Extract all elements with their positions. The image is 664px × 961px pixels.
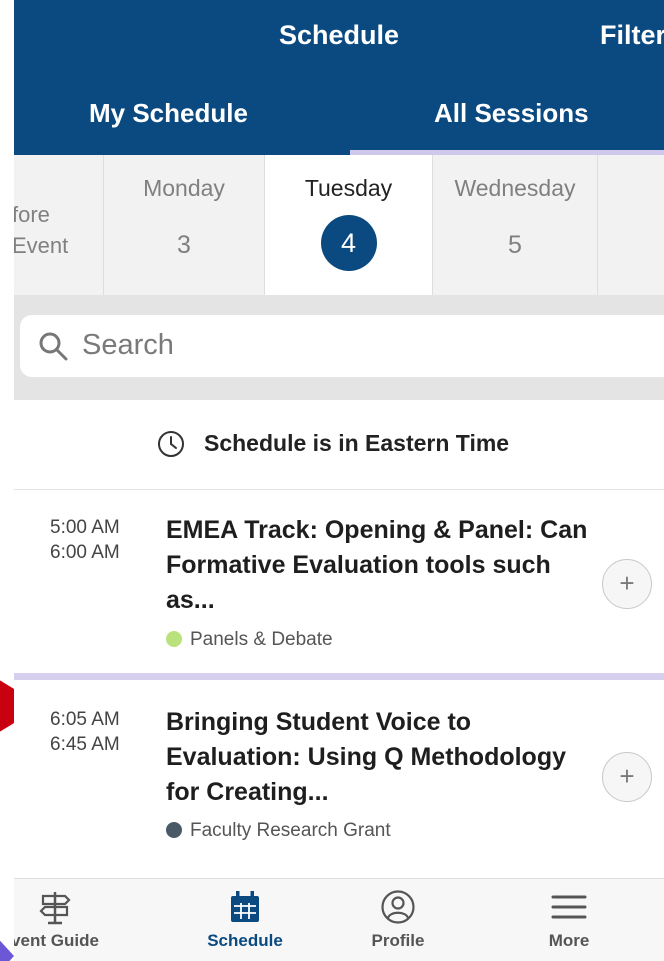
session-start-time: 6:05 AM [50,709,120,730]
tab-event-guide[interactable]: vent Guide [14,879,136,961]
day-next[interactable] [598,155,664,295]
tab-profile[interactable]: Profile [317,879,479,961]
day-name: Wednesday [454,175,576,201]
tab-label: Profile [371,931,425,950]
timezone-notice: Schedule is in Eastern Time [14,400,664,490]
day-before-event[interactable]: fore Event [14,155,104,295]
session-divider [14,673,664,680]
tab-all-sessions[interactable]: All Sessions [434,98,589,129]
header: Schedule Filter My Schedule All Sessions [14,0,664,155]
session-start-time: 5:00 AM [50,517,120,538]
calendar-icon [231,891,259,922]
menu-icon [551,895,587,919]
session-tag: Faculty Research Grant [166,820,391,842]
session-end-time: 6:45 AM [50,734,120,755]
search-area: Search [14,295,664,400]
tag-label: Faculty Research Grant [190,820,391,841]
add-session-button[interactable]: + [602,752,652,802]
tab-label: More [548,931,590,950]
day-number: 5 [508,231,522,259]
day-name: fore Event [14,202,69,258]
day-number: 3 [177,231,191,259]
tag-label: Panels & Debate [190,629,333,650]
tab-schedule[interactable]: Schedule [164,879,326,961]
tab-label: vent Guide [14,931,99,950]
session-end-time: 6:00 AM [50,542,120,563]
day-selector: fore Event Monday 3 Tuesday 4 Wednesday … [14,155,664,295]
day-wednesday[interactable]: Wednesday 5 [433,155,598,295]
session-item[interactable]: 5:00 AM 6:00 AM EMEA Track: Opening & Pa… [14,491,664,673]
day-name: Monday [143,175,225,201]
day-monday[interactable]: Monday 3 [104,155,265,295]
app-frame: Schedule Filter My Schedule All Sessions… [14,0,664,961]
search-icon [39,332,68,361]
page-title: Schedule [278,20,400,50]
selected-day-number: 4 [320,215,377,271]
tag-dot [166,631,182,647]
timezone-text: Schedule is in Eastern Time [204,430,510,456]
profile-icon [381,890,415,924]
tab-my-schedule[interactable]: My Schedule [89,98,248,129]
session-title: EMEA Track: Opening & Panel: Can Formati… [166,516,588,614]
filter-button[interactable]: Filter [600,20,664,51]
tag-dot [166,822,182,838]
bottom-tab-bar: vent Guide Schedule Profile More [14,878,664,961]
day-tuesday[interactable]: Tuesday 4 [265,155,433,295]
day-name: Tuesday [304,175,393,201]
tab-label: Schedule [207,931,283,950]
session-item[interactable]: 6:05 AM 6:45 AM Bringing Student Voice t… [14,680,664,878]
search-placeholder: Search [82,329,174,361]
session-title: Bringing Student Voice to Evaluation: Us… [166,708,566,806]
add-session-button[interactable]: + [602,559,652,609]
clock-icon [158,431,184,457]
purple-pointer-marker [0,934,14,961]
search-input[interactable]: Search [20,315,664,377]
session-tag: Panels & Debate [166,629,333,651]
session-times: 6:05 AM 6:45 AM [50,707,120,757]
signpost-icon [39,892,71,925]
tab-more[interactable]: More [488,879,650,961]
session-times: 5:00 AM 6:00 AM [50,515,120,565]
